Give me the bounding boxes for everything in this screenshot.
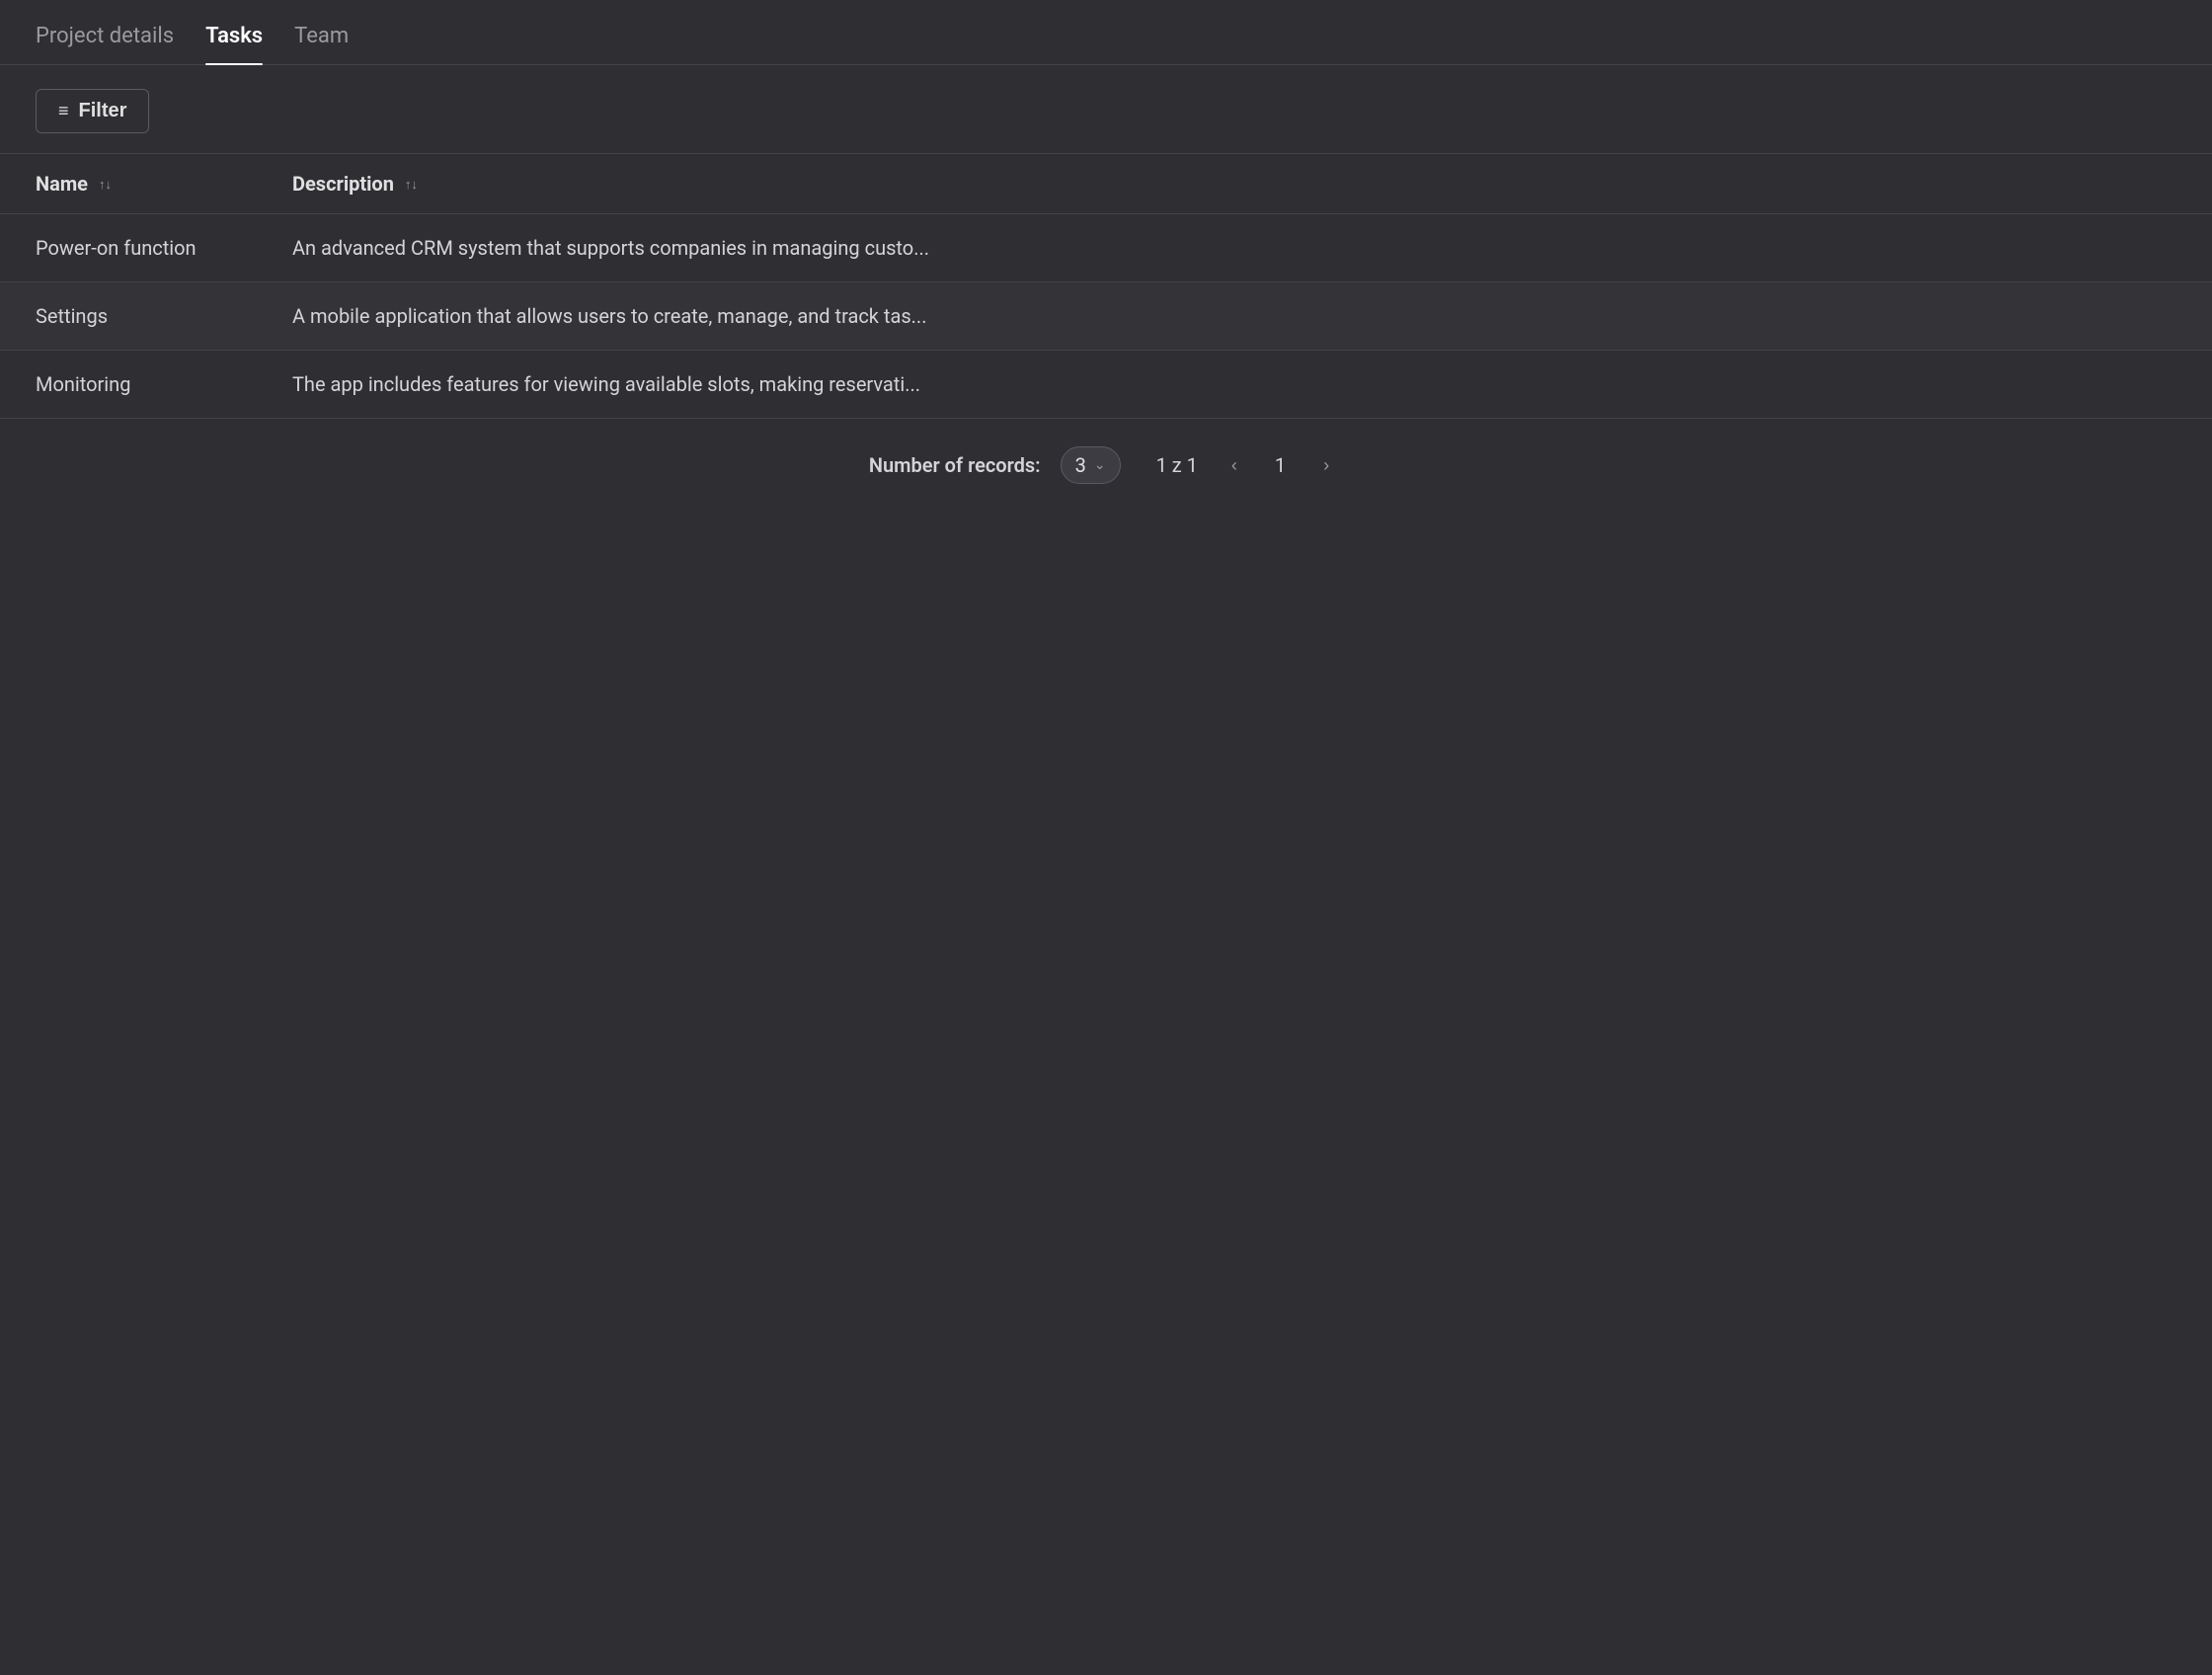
records-count-value: 3 [1075,453,1086,477]
pagination-row: Number of records: 3 ⌄ 1 z 1 ‹ 1 › [0,419,2212,512]
task-desc-cell: An advanced CRM system that supports com… [257,214,2212,282]
table-row[interactable]: Power-on function An advanced CRM system… [0,214,2212,282]
column-header-name[interactable]: Name ↑↓ [0,154,257,214]
task-name-cell: Monitoring [0,351,257,419]
table-header-row: Name ↑↓ Description ↑↓ [0,154,2212,214]
filter-icon: ≡ [58,101,69,121]
table-row[interactable]: Settings A mobile application that allow… [0,282,2212,351]
records-label: Number of records: [869,453,1041,477]
page-info-label: 1 z 1 [1156,453,1198,477]
page-container: Project details Tasks Team ≡ Filter Name… [0,0,2212,512]
next-page-button[interactable]: › [1309,448,1343,482]
tab-tasks[interactable]: Tasks [205,24,263,64]
column-header-description[interactable]: Description ↑↓ [257,154,2212,214]
task-name-cell: Settings [0,282,257,351]
filter-button[interactable]: ≡ Filter [36,89,149,133]
records-per-page-select[interactable]: 3 ⌄ [1061,446,1121,484]
filter-label: Filter [79,100,127,122]
tabs-bar: Project details Tasks Team [0,24,2212,65]
name-sort-icon: ↑↓ [99,179,112,192]
filter-bar: ≡ Filter [0,65,2212,153]
tasks-table: Name ↑↓ Description ↑↓ Power-on function… [0,153,2212,419]
tab-team[interactable]: Team [294,24,349,64]
tasks-table-wrapper: Name ↑↓ Description ↑↓ Power-on function… [0,153,2212,419]
prev-page-button[interactable]: ‹ [1218,448,1251,482]
description-sort-icon: ↑↓ [405,179,418,192]
chevron-down-icon: ⌄ [1094,457,1106,473]
tab-project-details[interactable]: Project details [36,24,174,64]
task-desc-cell: A mobile application that allows users t… [257,282,2212,351]
task-desc-cell: The app includes features for viewing av… [257,351,2212,419]
current-page-number: 1 [1275,453,1286,477]
table-row[interactable]: Monitoring The app includes features for… [0,351,2212,419]
task-name-cell: Power-on function [0,214,257,282]
